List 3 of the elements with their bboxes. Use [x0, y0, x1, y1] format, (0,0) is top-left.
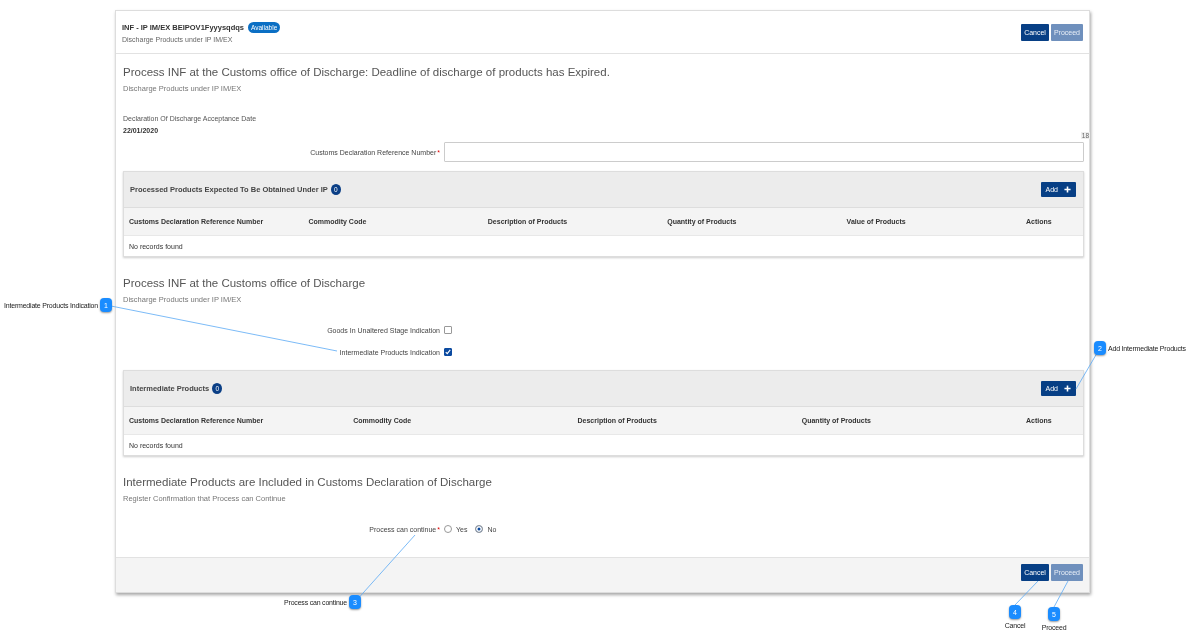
section-title: Process INF at the Customs office of Discharge: Deadline of discharge of products has Expired.	[123, 66, 611, 78]
section-title: Process INF at the Customs office of Discharge	[123, 277, 367, 289]
section-title: Intermediate Products are Included in Customs Declaration of Discharge	[123, 476, 493, 488]
